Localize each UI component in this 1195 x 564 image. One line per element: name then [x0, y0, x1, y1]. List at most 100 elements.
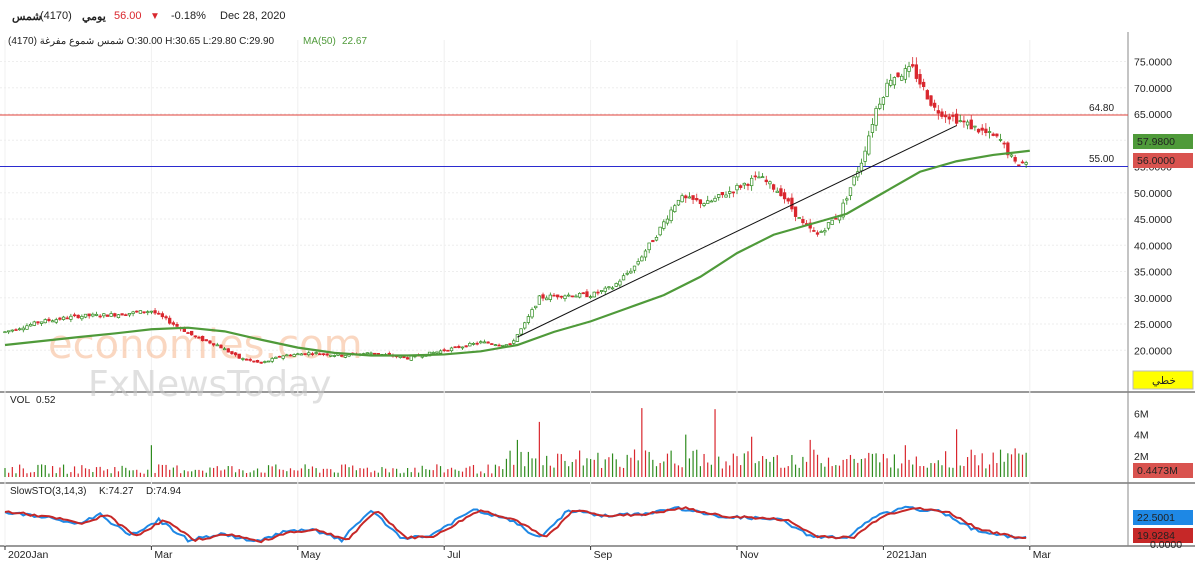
period-label[interactable]: يومي [82, 10, 106, 23]
candle-body [61, 316, 66, 320]
candle-body [713, 197, 717, 202]
stoch-zero-tick: 0.0000 [1150, 539, 1182, 551]
ma-price-tag: 57.9800 [1137, 136, 1175, 148]
candle-body [479, 341, 483, 344]
candle-body [749, 177, 754, 187]
candle-body [552, 294, 556, 297]
candle-body [574, 295, 578, 298]
candle-body [329, 354, 333, 357]
candle-body [175, 323, 179, 327]
x-tick-label: Sep [594, 549, 613, 561]
last-price: 56.00 [114, 10, 142, 22]
candle-body [958, 120, 962, 122]
candle-body [654, 237, 659, 241]
candle-body [845, 198, 849, 201]
candle-body [932, 102, 937, 108]
candle-body [515, 334, 520, 342]
candle-body [760, 176, 765, 179]
candle-body [464, 345, 468, 348]
candle-body [801, 219, 805, 224]
candle-body [50, 320, 55, 323]
last-price-tag: 56.0000 [1137, 155, 1175, 167]
candle-body [43, 319, 47, 324]
candle-body [998, 139, 1003, 141]
candle-body [541, 294, 545, 299]
candle-body [80, 315, 84, 320]
candle-body [530, 309, 534, 318]
stock-chart[interactable]: economies.com FxNewsToday 64.80 55.00 75… [0, 0, 1195, 564]
candle-body [21, 327, 25, 331]
candle-body [925, 90, 929, 100]
candle-body [632, 265, 637, 271]
candle-body [834, 217, 838, 220]
candle-body [973, 125, 977, 128]
candle-body [504, 344, 509, 347]
candle-body [1002, 142, 1006, 145]
candle-body [647, 242, 651, 251]
candle-body [446, 349, 450, 352]
candle-body [870, 124, 875, 133]
x-tick-label: 2021Jan [886, 549, 926, 561]
candle-body [698, 199, 703, 205]
volume-axis: 6M 4M 2M [1134, 408, 1149, 462]
candle-body [482, 341, 487, 344]
candle-body [662, 221, 666, 229]
candle-body [907, 66, 911, 72]
candle-body [980, 127, 984, 131]
candle-body [779, 188, 783, 197]
candle-body [768, 181, 772, 185]
candle-body [947, 116, 951, 120]
candle-body [453, 346, 457, 349]
candle-body [830, 219, 834, 225]
stoch-k-label: K:74.27 [99, 486, 134, 497]
candle-body [563, 295, 567, 299]
x-tick-label: Nov [740, 549, 759, 561]
header-bar: شمس (4170) يومي 56.00 ▼ -0.18% Dec 28, 2… [0, 0, 1195, 32]
candle-body [47, 318, 51, 322]
stoch-k-tag: 22.5001 [1137, 512, 1175, 524]
candle-body [255, 360, 260, 363]
candle-body [987, 131, 992, 133]
candle-body [409, 355, 413, 361]
stoch-d-label: D:74.94 [146, 486, 181, 497]
symbol-name[interactable]: شمس [12, 10, 42, 23]
candle-body [709, 200, 714, 203]
candle-body [537, 295, 542, 305]
candle-body [742, 182, 746, 186]
candle-body [739, 185, 743, 188]
candle-body [25, 325, 29, 330]
candle-body [486, 341, 490, 344]
price-tick-label: 70.0000 [1134, 83, 1172, 95]
candle-body [431, 352, 435, 354]
x-tick-label: May [301, 549, 322, 561]
candle-body [687, 196, 692, 199]
candle-body [566, 294, 571, 297]
volume-tick-label: 4M [1134, 430, 1149, 442]
candle-body [878, 103, 882, 109]
candle-body [585, 291, 589, 298]
candle-body [929, 95, 933, 106]
candle-body [190, 330, 194, 336]
candle-body [109, 313, 113, 317]
candle-body [618, 280, 622, 286]
candle-body [3, 331, 7, 334]
candle-body [793, 206, 798, 217]
candle-body [812, 230, 816, 232]
candle-body [636, 261, 640, 265]
volume-tick-label: 6M [1134, 408, 1149, 420]
candle-body [292, 354, 296, 357]
candle-body [1020, 161, 1025, 164]
candle-body [164, 316, 168, 319]
candle-body [149, 310, 154, 313]
candle-body [512, 340, 516, 344]
candle-body [142, 311, 146, 314]
candle-body [523, 322, 527, 329]
candle-body [168, 317, 172, 324]
candle-body [717, 194, 721, 198]
candle-body [270, 358, 274, 362]
x-tick-label: Jul [447, 549, 460, 561]
candle-body [757, 176, 761, 179]
candle-body [984, 128, 988, 134]
candle-body [1013, 157, 1017, 162]
candle-body [534, 305, 538, 309]
